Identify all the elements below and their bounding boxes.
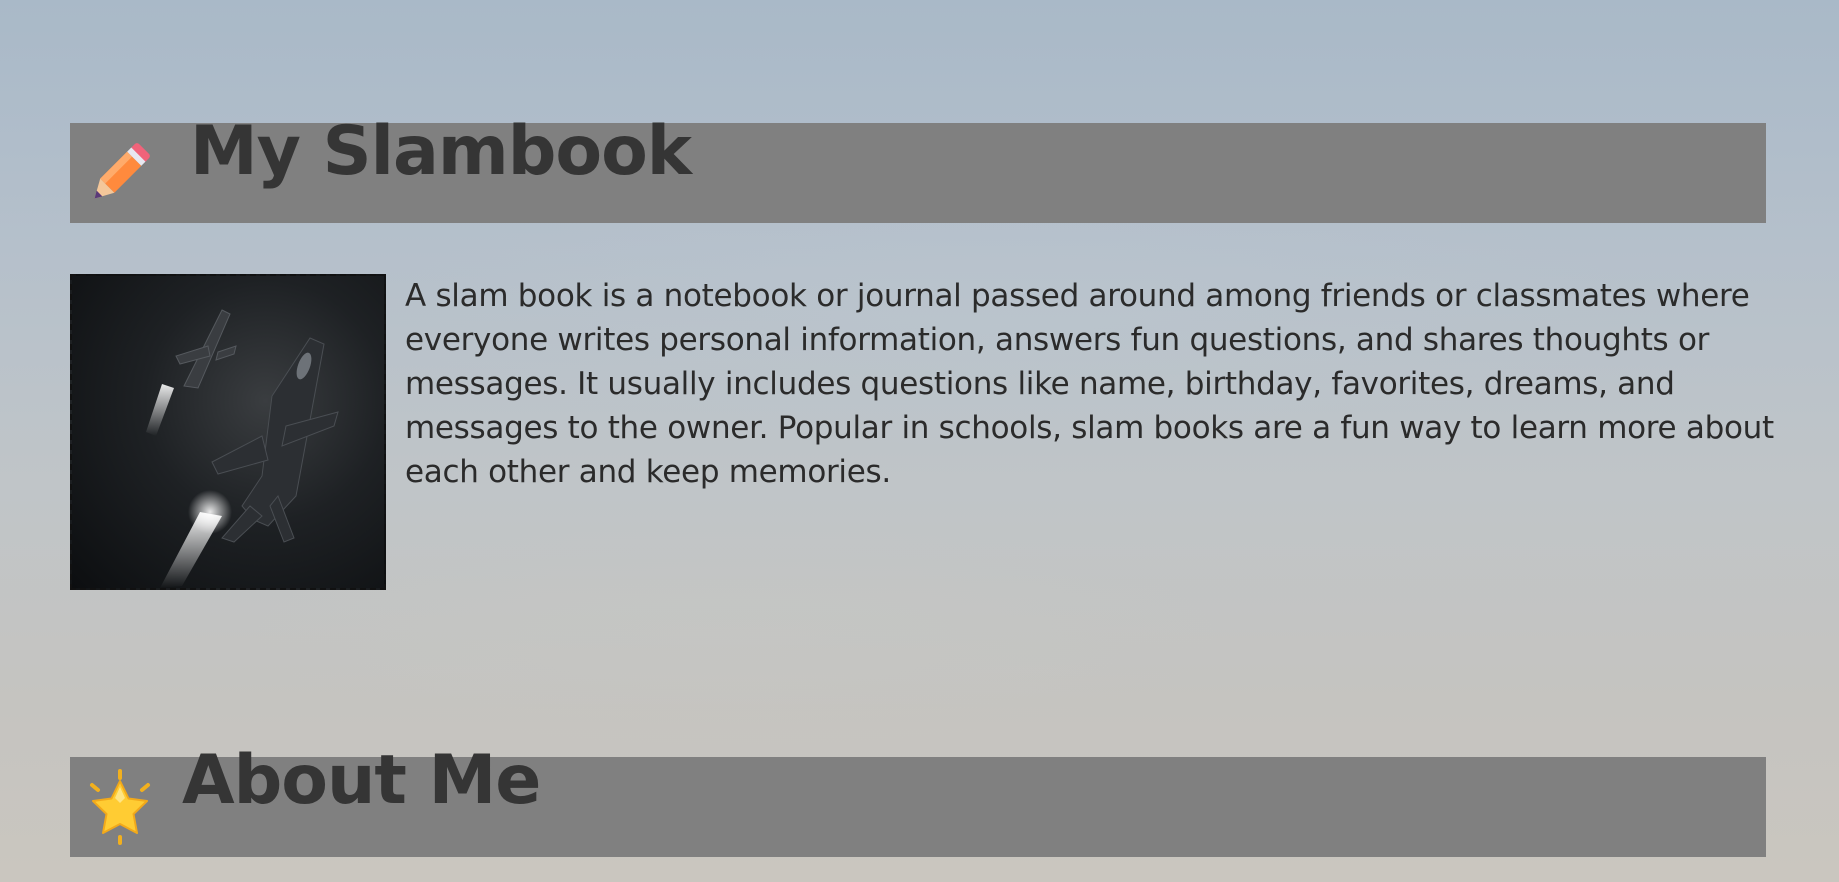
about-me-title: About Me bbox=[182, 740, 541, 820]
slambook-header: My Slambook bbox=[70, 118, 1766, 223]
star-icon bbox=[80, 767, 160, 847]
intro-paragraph: A slam book is a notebook or journal pas… bbox=[405, 278, 1774, 490]
pencil-icon bbox=[80, 133, 160, 213]
page-title: My Slambook bbox=[190, 112, 692, 192]
about-me-header: About Me bbox=[70, 746, 1766, 857]
fighter-jets-image bbox=[70, 274, 386, 590]
